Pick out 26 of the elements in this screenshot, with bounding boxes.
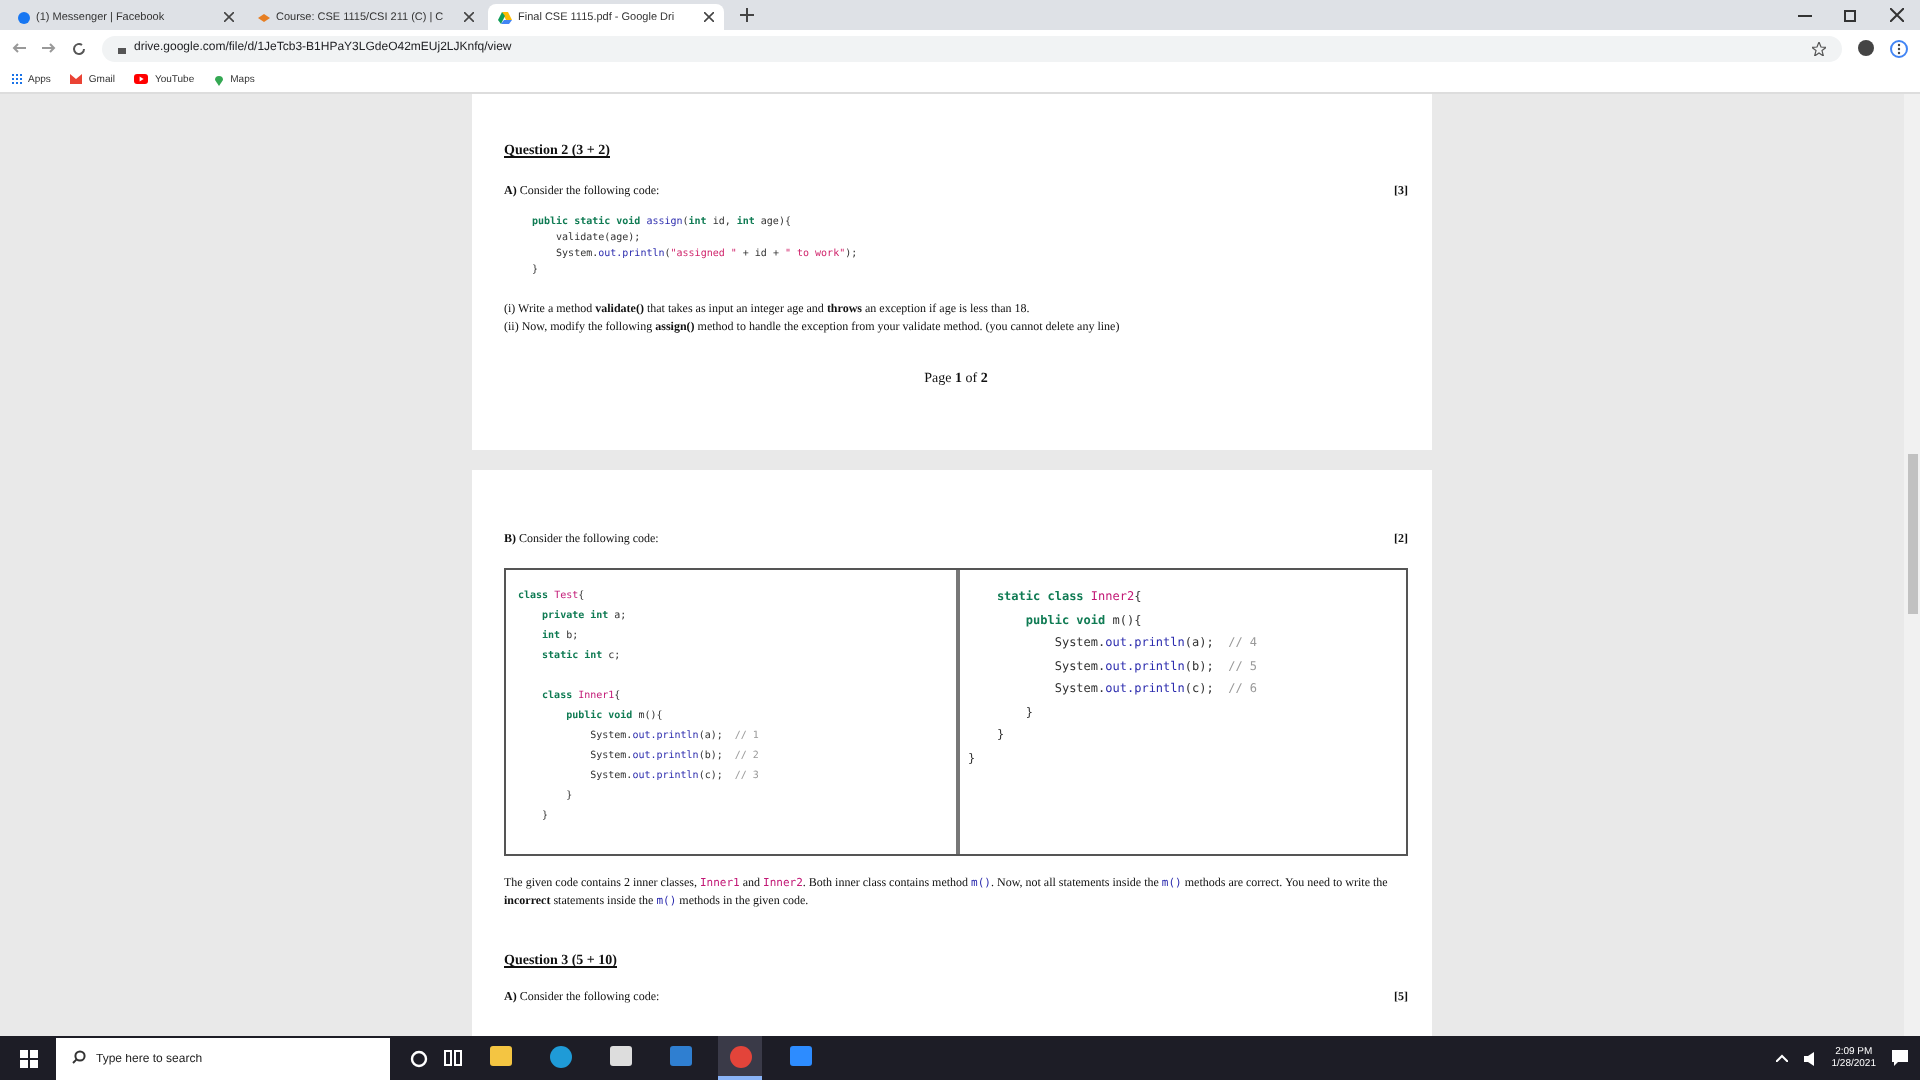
windows-logo-icon[interactable] [19, 1049, 37, 1067]
forward-arrow-icon[interactable] [42, 42, 56, 54]
folder-icon [489, 1046, 511, 1066]
taskbar-app[interactable] [718, 1036, 762, 1080]
back-arrow-icon[interactable] [12, 42, 26, 54]
restore-icon[interactable] [1844, 8, 1858, 22]
search-icon [72, 1050, 86, 1064]
plus-icon[interactable] [740, 8, 754, 22]
star-icon[interactable] [1812, 41, 1826, 55]
task-view-icon[interactable] [444, 1050, 462, 1066]
play-icon [134, 74, 149, 84]
more-icon[interactable] [1890, 39, 1908, 57]
round-logo-icon [729, 1045, 751, 1067]
scrollbar-thumb[interactable] [1907, 454, 1917, 614]
reload-icon[interactable] [72, 41, 86, 55]
close-icon[interactable] [224, 12, 234, 22]
close-icon[interactable] [464, 12, 474, 22]
circle-icon[interactable] [410, 1049, 428, 1067]
triangle-logo-icon [498, 11, 512, 23]
close-icon[interactable] [1890, 8, 1904, 22]
close-icon[interactable] [704, 12, 714, 22]
caret-icon[interactable] [1775, 1054, 1788, 1062]
lock-icon [118, 43, 126, 53]
notification-icon[interactable] [1892, 1050, 1908, 1066]
speaker-icon[interactable] [1803, 1051, 1816, 1065]
map-pin-icon [214, 73, 225, 85]
